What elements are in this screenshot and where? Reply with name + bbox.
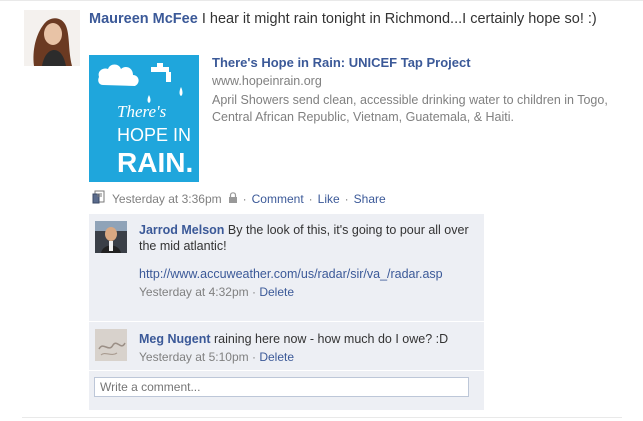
attachment-url: www.hopeinrain.org [212, 74, 322, 88]
comment-text: raining here now - how much do I owe? :D [210, 332, 449, 346]
comment-composer [89, 371, 484, 410]
thumb-text-line2: HOPE IN [117, 125, 191, 145]
comment-link[interactable]: Comment [252, 192, 304, 206]
dot-separator: · [344, 191, 349, 206]
post-timestamp[interactable]: Yesterday at 3:36pm [112, 192, 222, 206]
attachment-title[interactable]: There's Hope in Rain: UNICEF Tap Project [212, 55, 471, 70]
comments-list: Jarrod Melson By the look of this, it's … [89, 214, 484, 410]
attachment-description: April Showers send clean, accessible dri… [212, 93, 608, 124]
comment-body: Jarrod Melson By the look of this, it's … [139, 222, 477, 300]
commenter-name[interactable]: Jarrod Melson [139, 223, 224, 237]
comment-item: Jarrod Melson By the look of this, it's … [89, 214, 484, 321]
comment-input[interactable] [94, 377, 469, 397]
post-text: Maureen McFee I hear it might rain tonig… [89, 9, 619, 29]
bottom-divider [22, 417, 622, 418]
attachment-thumbnail[interactable]: There's HOPE IN RAIN. [89, 55, 199, 182]
post-message: I hear it might rain tonight in Richmond… [197, 11, 597, 27]
comment-item: Meg Nugent raining here now - how much d… [89, 322, 484, 370]
delete-link[interactable]: Delete [259, 285, 294, 299]
comment-meta: Yesterday at 4:32pm · Delete [139, 284, 477, 300]
commenter-avatar[interactable] [95, 329, 127, 361]
dot-separator: · [251, 350, 256, 364]
post-meta-row: Yesterday at 3:36pm · Comment · Like · S… [92, 190, 386, 207]
comment-timestamp[interactable]: Yesterday at 5:10pm [139, 350, 249, 364]
dot-separator: · [251, 285, 256, 299]
thumb-text-line3: RAIN. [117, 147, 193, 178]
link-post-icon [92, 190, 106, 207]
dot-separator: · [242, 191, 247, 206]
dot-separator: · [308, 191, 313, 206]
poster-name[interactable]: Maureen McFee [89, 11, 198, 27]
share-link[interactable]: Share [354, 192, 386, 206]
delete-link[interactable]: Delete [259, 350, 294, 364]
poster-avatar[interactable] [24, 10, 80, 66]
like-link[interactable]: Like [318, 192, 340, 206]
lock-icon [228, 191, 238, 206]
comment-meta: Yesterday at 5:10pm · Delete [139, 349, 477, 365]
commenter-avatar[interactable] [95, 221, 127, 253]
thumb-text-line1: There's [117, 102, 167, 121]
comment-body: Meg Nugent raining here now - how much d… [139, 331, 477, 365]
top-divider [0, 0, 643, 1]
comment-link[interactable]: http://www.accuweather.com/us/radar/sir/… [139, 266, 477, 282]
commenter-name[interactable]: Meg Nugent [139, 332, 211, 346]
comment-timestamp[interactable]: Yesterday at 4:32pm [139, 285, 249, 299]
